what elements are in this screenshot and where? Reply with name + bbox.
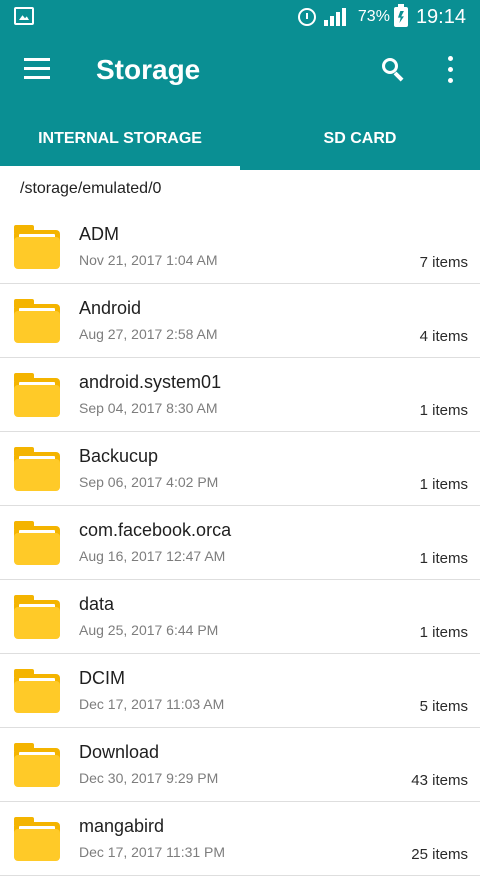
item-count: 1 items — [419, 550, 468, 567]
page-title: Storage — [96, 54, 201, 85]
item-count: 4 items — [419, 328, 468, 345]
item-count: 1 items — [419, 402, 468, 419]
item-date: Aug 16, 2017 12:47 AM — [79, 548, 226, 564]
tab-bar: INTERNAL STORAGE SD CARD — [0, 108, 480, 170]
list-item[interactable]: com.facebook.orca Aug 16, 2017 12:47 AM … — [0, 506, 480, 580]
item-date: Nov 21, 2017 1:04 AM — [79, 252, 218, 268]
item-name: DCIM — [79, 668, 125, 688]
file-list: ADM Nov 21, 2017 1:04 AM 7 items Android… — [0, 210, 480, 876]
item-name: com.facebook.orca — [79, 520, 232, 540]
item-name: data — [79, 594, 115, 614]
list-item[interactable]: mangabird Dec 17, 2017 11:31 PM 25 items — [0, 802, 480, 876]
folder-icon — [14, 299, 60, 343]
item-date: Dec 17, 2017 11:03 AM — [79, 696, 225, 712]
list-item[interactable]: Download Dec 30, 2017 9:29 PM 43 items — [0, 728, 480, 802]
item-name: ADM — [79, 224, 119, 244]
item-name: Android — [79, 298, 142, 318]
image-icon — [14, 7, 34, 25]
search-icon[interactable] — [380, 56, 406, 82]
list-item[interactable]: Backucup Sep 06, 2017 4:02 PM 1 items — [0, 432, 480, 506]
item-name: Backucup — [79, 446, 159, 466]
item-name: android.system01 — [79, 372, 222, 392]
battery-percent: 73% — [357, 8, 390, 25]
folder-icon — [14, 743, 60, 787]
item-count: 25 items — [411, 846, 468, 863]
folder-icon — [14, 447, 60, 491]
more-vert-icon[interactable] — [446, 56, 454, 86]
app-bar: Storage — [0, 34, 480, 108]
folder-icon — [14, 373, 60, 417]
status-bar: 73% 19:14 — [0, 0, 480, 34]
list-item[interactable]: DCIM Dec 17, 2017 11:03 AM 5 items — [0, 654, 480, 728]
breadcrumb: /storage/emulated/0 — [20, 180, 162, 197]
folder-icon — [14, 595, 60, 639]
item-date: Dec 17, 2017 11:31 PM — [79, 844, 226, 860]
item-date: Dec 30, 2017 9:29 PM — [79, 770, 219, 786]
tab-sd-card[interactable]: SD CARD — [240, 108, 480, 170]
folder-icon — [14, 817, 60, 861]
list-item[interactable]: Android Aug 27, 2017 2:58 AM 4 items — [0, 284, 480, 358]
item-date: Aug 25, 2017 6:44 PM — [79, 622, 219, 638]
item-count: 5 items — [419, 698, 468, 715]
item-count: 43 items — [411, 772, 468, 789]
item-count: 1 items — [419, 624, 468, 641]
item-date: Sep 06, 2017 4:02 PM — [79, 474, 219, 490]
tab-internal-storage[interactable]: INTERNAL STORAGE — [0, 108, 240, 170]
item-name: mangabird — [79, 816, 165, 836]
list-item[interactable]: data Aug 25, 2017 6:44 PM 1 items — [0, 580, 480, 654]
signal-icon — [323, 8, 350, 26]
list-item[interactable]: android.system01 Sep 04, 2017 8:30 AM 1 … — [0, 358, 480, 432]
folder-icon — [14, 669, 60, 713]
status-time: 19:14 — [415, 5, 466, 28]
battery-icon — [393, 4, 408, 27]
item-name: Download — [79, 742, 160, 762]
item-date: Sep 04, 2017 8:30 AM — [79, 400, 218, 416]
item-date: Aug 27, 2017 2:58 AM — [79, 326, 218, 342]
tab-indicator — [0, 166, 240, 170]
item-count: 7 items — [419, 254, 468, 271]
status-right: 73% 19:14 — [297, 4, 466, 30]
item-count: 1 items — [419, 476, 468, 493]
alarm-icon — [297, 8, 316, 26]
folder-icon — [14, 521, 60, 565]
menu-icon[interactable] — [24, 58, 50, 80]
list-item[interactable]: ADM Nov 21, 2017 1:04 AM 7 items — [0, 210, 480, 284]
folder-icon — [14, 225, 60, 269]
